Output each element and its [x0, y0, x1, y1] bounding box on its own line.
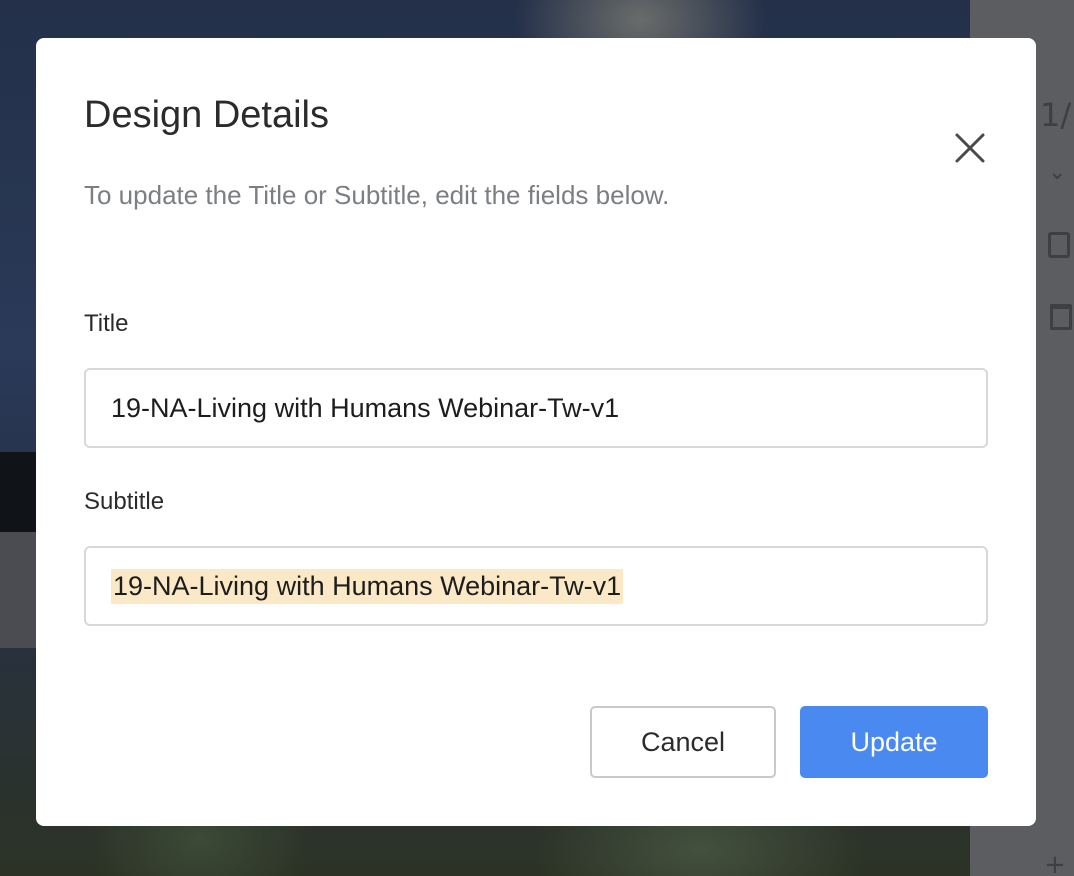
subtitle-field-label: Subtitle	[84, 488, 165, 515]
cancel-button[interactable]: Cancel	[590, 706, 776, 778]
dialog-description: To update the Title or Subtitle, edit th…	[84, 180, 670, 210]
close-button[interactable]	[950, 128, 990, 168]
design-details-dialog: Design Details To update the Title or Su…	[36, 38, 1036, 826]
trash-icon	[1050, 304, 1072, 330]
subtitle-input[interactable]: 19-NA-Living with Humans Webinar-Tw-v1	[84, 546, 988, 626]
page-indicator-icon: 1/	[1040, 96, 1072, 134]
dialog-title: Design Details	[84, 94, 329, 136]
subtitle-selected-text[interactable]: 19-NA-Living with Humans Webinar-Tw-v1	[111, 568, 624, 604]
title-input[interactable]	[111, 370, 986, 446]
close-icon	[955, 133, 985, 163]
title-field-label: Title	[84, 310, 129, 337]
title-input-wrapper[interactable]	[84, 368, 988, 448]
add-icon: +	[1044, 850, 1066, 876]
duplicate-icon	[1048, 232, 1070, 258]
background-panel-strip	[0, 452, 40, 532]
background-panel-strip	[0, 532, 40, 648]
chevron-down-icon: ⌄	[1048, 160, 1067, 185]
update-button[interactable]: Update	[800, 706, 988, 778]
